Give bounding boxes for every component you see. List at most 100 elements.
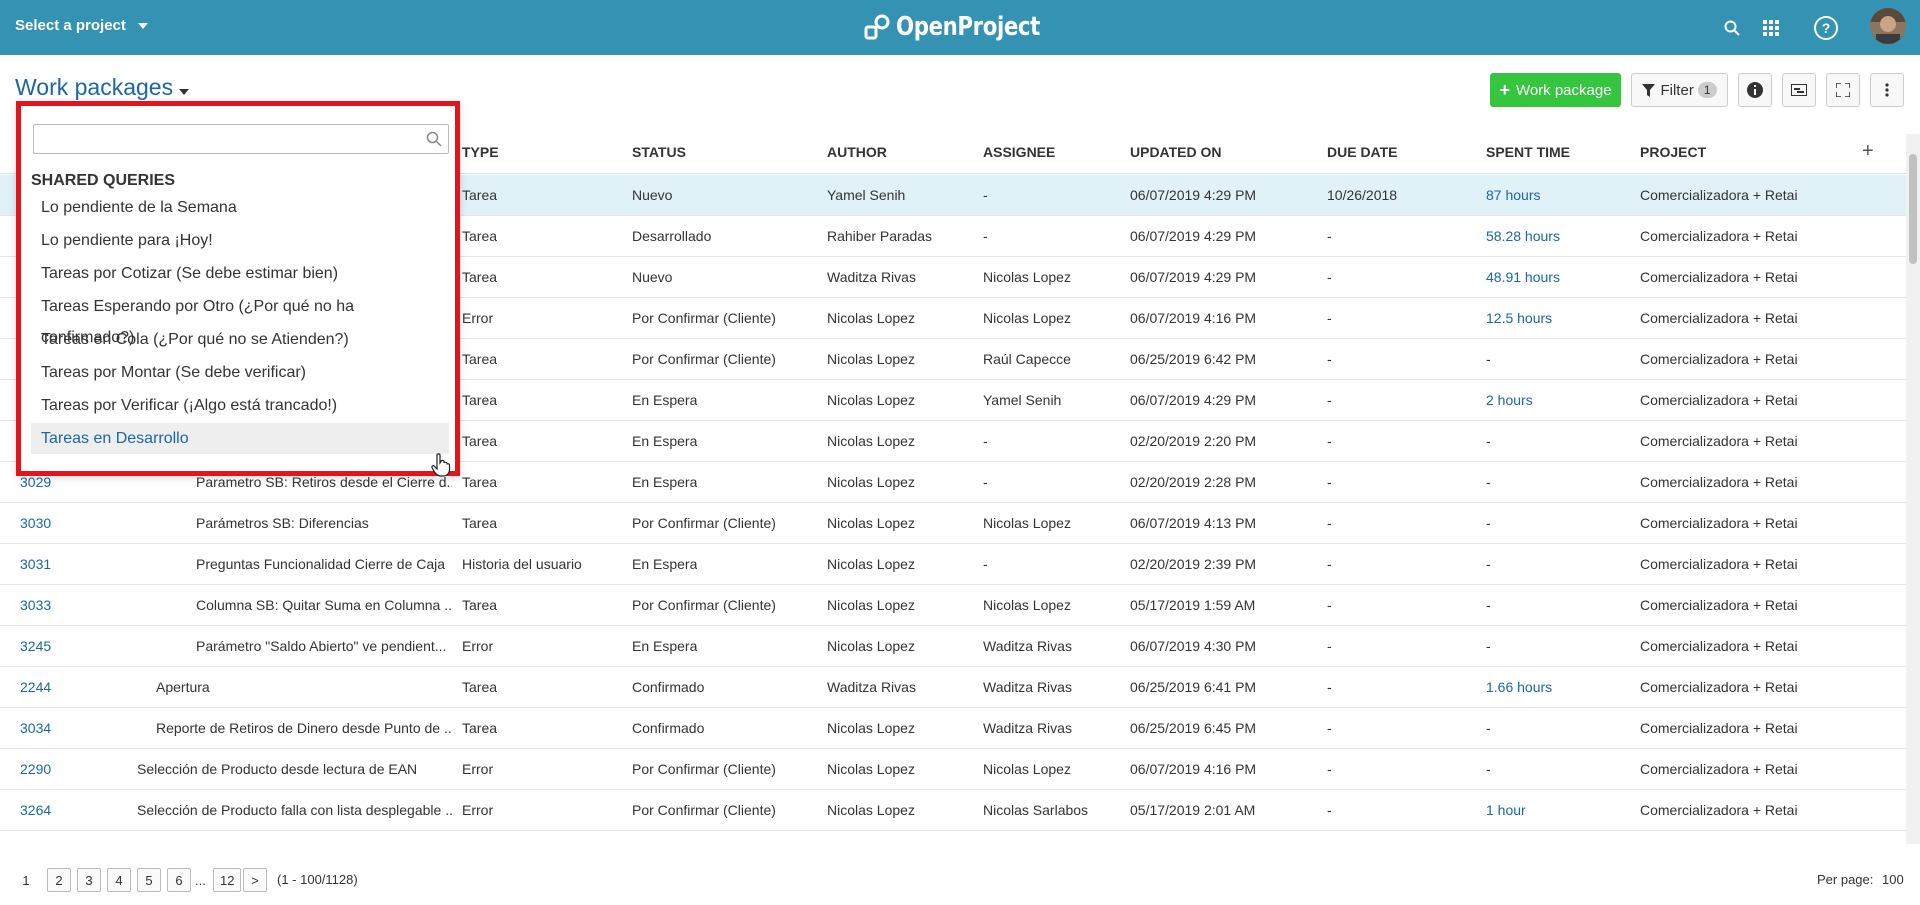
cell-spent-time[interactable]: 87 hours	[1486, 187, 1540, 203]
column-status-header[interactable]: STATUS	[632, 144, 686, 160]
table-row[interactable]: 3031 Preguntas Funcionalidad Cierre de Ca…	[0, 544, 1906, 585]
cell-id[interactable]: 2290	[20, 761, 51, 777]
table-row[interactable]: 3033 Columna SB: Quitar Suma en Columna .…	[0, 585, 1906, 626]
cell-project: Comercializadora + Retai	[1640, 392, 1798, 408]
cell-project: Comercializadora + Retai	[1640, 638, 1798, 654]
cell-assignee: -	[983, 556, 988, 572]
table-row[interactable]: 3264 Selección de Producto falla con list…	[0, 790, 1906, 831]
page-link[interactable]: 2	[47, 868, 71, 892]
cell-spent-time[interactable]: 2 hours	[1486, 392, 1533, 408]
column-assignee-header[interactable]: ASSIGNEE	[983, 144, 1055, 160]
query-list-item[interactable]: Tareas por Montar (Se debe verificar)	[31, 357, 449, 388]
cell-status: Por Confirmar (Cliente)	[632, 597, 776, 613]
timeline-toggle-button[interactable]	[1782, 73, 1816, 107]
cell-status: Por Confirmar (Cliente)	[632, 515, 776, 531]
chevron-down-icon	[137, 22, 148, 29]
query-list-item[interactable]: Tareas en Desarrollo	[31, 423, 449, 454]
cell-spent-time[interactable]: 48.91 hours	[1486, 269, 1560, 285]
cell-subject[interactable]: Columna SB: Quitar Suma en Columna ...	[196, 597, 452, 613]
table-row[interactable]: 3034 Reporte de Retiros de Dinero desde P…	[0, 708, 1906, 749]
column-author-header[interactable]: AUTHOR	[827, 144, 887, 160]
column-type-header[interactable]: TYPE	[462, 144, 499, 160]
cell-id[interactable]: 3264	[20, 802, 51, 818]
cell-spent-time[interactable]: 12.5 hours	[1486, 310, 1552, 326]
query-list-item[interactable]: Lo pendiente de la Semana	[31, 192, 449, 223]
cell-updated-on: 06/07/2019 4:29 PM	[1130, 228, 1257, 244]
per-page-value[interactable]: 100	[1882, 872, 1904, 887]
query-list-item[interactable]: Tareas por Cotizar (Se debe estimar bien…	[31, 258, 449, 289]
cell-subject[interactable]: Parámetros SB: Diferencias	[196, 515, 369, 531]
cell-spent-time[interactable]: 1 hour	[1486, 802, 1526, 818]
fullscreen-button[interactable]	[1826, 73, 1860, 107]
page-link[interactable]: 3	[77, 868, 101, 892]
query-search-field[interactable]	[33, 124, 449, 154]
column-spent-time-header[interactable]: SPENT TIME	[1486, 144, 1570, 160]
cell-spent-time[interactable]: 1.66 hours	[1486, 679, 1552, 695]
add-column-icon[interactable]: +	[1862, 140, 1874, 163]
cell-project: Comercializadora + Retai	[1640, 679, 1798, 695]
table-scrollbar[interactable]	[1906, 134, 1920, 844]
table-row[interactable]: 2290 Selección de Producto desde lectura …	[0, 749, 1906, 790]
cell-project: Comercializadora + Retai	[1640, 474, 1798, 490]
cell-status: Por Confirmar (Cliente)	[632, 761, 776, 777]
cell-subject[interactable]: Selección de Producto falla con lista de…	[137, 802, 452, 818]
cell-assignee: Raúl Capecce	[983, 351, 1071, 367]
openproject-logo[interactable]: OpenProject	[864, 10, 1071, 44]
cell-updated-on: 06/07/2019 4:30 PM	[1130, 638, 1257, 654]
cell-subject[interactable]: Parámetro "Saldo Abierto" ve pendient...	[196, 638, 446, 654]
table-row[interactable]: 2244 Apertura Tarea Confirmado Waditza Rivas…	[0, 667, 1906, 708]
cell-spent-time: -	[1486, 515, 1491, 531]
query-list-item[interactable]: Tareas por Verificar (¡Algo está trancad…	[31, 390, 449, 421]
cell-author: Nicolas Lopez	[827, 761, 915, 777]
cell-due-date: -	[1327, 269, 1332, 285]
column-updated-on-header[interactable]: UPDATED ON	[1130, 144, 1222, 160]
table-row[interactable]: 3030 Parámetros SB: Diferencias Tarea Por C…	[0, 503, 1906, 544]
column-project-header[interactable]: PROJECT	[1640, 144, 1706, 160]
search-icon[interactable]	[1718, 14, 1746, 42]
page-link[interactable]: 4	[107, 868, 131, 892]
table-row[interactable]: 3245 Parámetro "Saldo Abierto" ve pendien…	[0, 626, 1906, 667]
cell-id[interactable]: 3034	[20, 720, 51, 736]
cell-updated-on: 05/17/2019 2:01 AM	[1130, 802, 1256, 818]
query-list-item[interactable]: Lo pendiente para ¡Hoy!	[31, 225, 449, 256]
page-link[interactable]: 6	[167, 868, 191, 892]
cell-subject[interactable]: Reporte de Retiros de Dinero desde Punto…	[156, 720, 452, 736]
cell-spent-time: -	[1486, 638, 1491, 654]
cell-id[interactable]: 3245	[20, 638, 51, 654]
cell-type: Tarea	[462, 228, 498, 244]
cell-spent-time[interactable]: 58.28 hours	[1486, 228, 1560, 244]
query-list-item[interactable]: Tareas Esperando por Otro (¿Por qué no h…	[31, 291, 449, 346]
cell-subject[interactable]: Selección de Producto desde lectura de E…	[137, 761, 417, 777]
cell-project: Comercializadora + Retai	[1640, 597, 1798, 613]
cell-id[interactable]: 3030	[20, 515, 51, 531]
create-work-package-button[interactable]: + Work package	[1490, 73, 1621, 107]
page-link[interactable]: 5	[137, 868, 161, 892]
help-icon[interactable]: ?	[1812, 14, 1840, 42]
cell-id[interactable]: 3031	[20, 556, 51, 572]
cell-id[interactable]: 3029	[20, 474, 51, 490]
column-due-date-header[interactable]: DUE DATE	[1327, 144, 1398, 160]
filter-button[interactable]: Filter 1	[1631, 73, 1728, 107]
query-title-dropdown[interactable]: Work packages	[15, 74, 190, 101]
cell-id[interactable]: 3033	[20, 597, 51, 613]
cell-due-date: -	[1327, 720, 1332, 736]
user-avatar[interactable]	[1870, 8, 1906, 44]
page-link[interactable]: 12	[213, 868, 242, 892]
cell-id[interactable]: 2244	[20, 679, 51, 695]
more-options-button[interactable]	[1870, 73, 1904, 107]
cell-type: Error	[462, 802, 494, 818]
scrollbar-thumb[interactable]	[1909, 154, 1917, 264]
cell-subject[interactable]: Parametro SB: Retiros desde el Cierre d.…	[196, 474, 452, 490]
cell-subject[interactable]: Apertura	[156, 679, 210, 695]
cell-type: Error	[462, 761, 494, 777]
cell-type: Tarea	[462, 474, 498, 490]
expand-icon	[1836, 83, 1850, 97]
query-search-input[interactable]	[34, 125, 414, 153]
cell-updated-on: 02/20/2019 2:39 PM	[1130, 556, 1257, 572]
query-list-item[interactable]: Tareas en Cola (¿Por qué no se Atienden?…	[31, 324, 449, 355]
project-select-menu[interactable]: Select a project	[15, 17, 148, 34]
cell-subject[interactable]: Preguntas Funcionalidad Cierre de Caja	[196, 556, 445, 572]
next-page-button[interactable]: >	[243, 868, 267, 892]
modules-grid-icon[interactable]	[1757, 14, 1785, 42]
details-view-button[interactable]	[1738, 73, 1772, 107]
